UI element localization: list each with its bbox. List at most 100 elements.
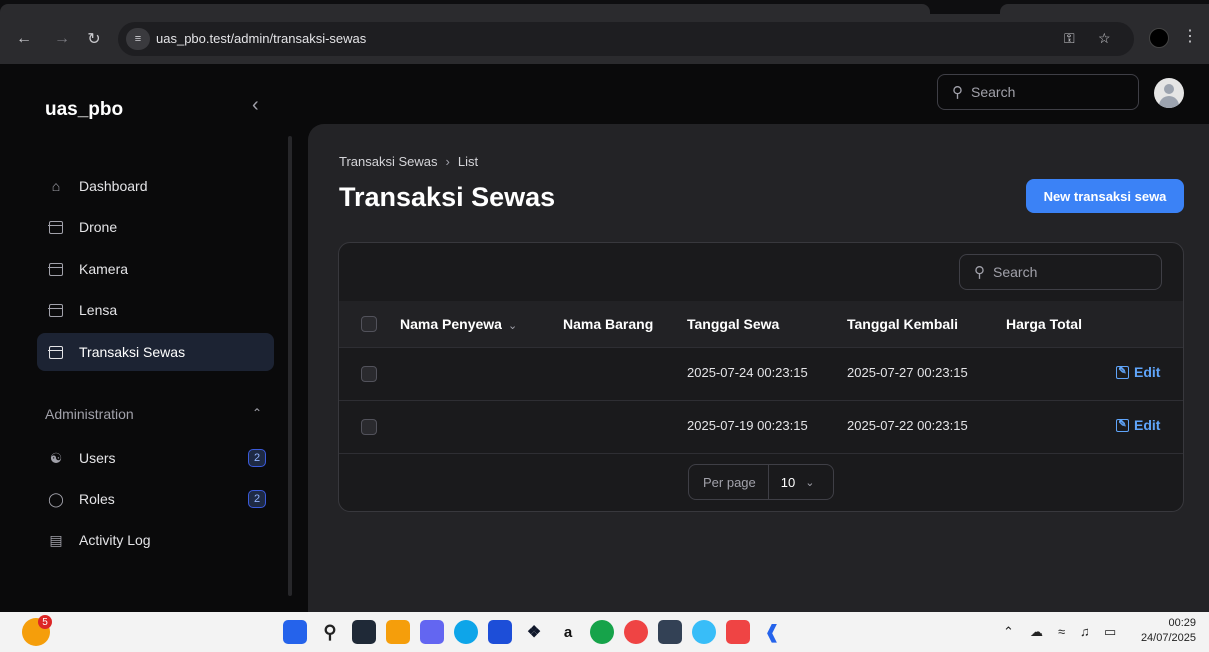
clipboard-icon: ▤ [49, 531, 63, 548]
box-icon [47, 260, 65, 278]
dropbox-icon[interactable]: ❖ [522, 620, 546, 644]
notification-badge: 5 [38, 615, 52, 629]
browser-profile-icon[interactable] [1149, 28, 1169, 48]
sidebar-item-activity-log[interactable]: ▤ Activity Log [37, 521, 274, 559]
sidebar-item-users[interactable]: ☯ Users 2 [37, 439, 274, 477]
tune-icon[interactable]: ≡ [126, 28, 150, 50]
edit-label: Edit [1134, 417, 1161, 433]
forward-arrow-icon[interactable]: → [50, 27, 74, 51]
cell-tanggal-sewa: 2025-07-19 00:23:15 [687, 418, 808, 433]
table-footer: Per page 10 ⌄ [339, 453, 1183, 511]
table-row[interactable]: 2025-07-24 00:23:15 2025-07-27 00:23:15 … [339, 347, 1183, 400]
count-badge: 2 [248, 449, 266, 467]
sidebar-item-lensa[interactable]: Lensa [37, 291, 274, 329]
clock-time: 00:29 [1168, 617, 1196, 629]
browser-tab-strip-edge [1000, 4, 1209, 14]
clock-date: 24/07/2025 [1140, 632, 1196, 644]
system-clock[interactable]: 00:29 24/07/2025 [1138, 616, 1196, 646]
cell-tanggal-kembali: 2025-07-22 00:23:15 [847, 418, 968, 433]
sidebar-item-label: Kamera [79, 261, 129, 277]
git-icon[interactable] [726, 620, 750, 644]
per-page-select[interactable]: Per page 10 ⌄ [688, 464, 834, 500]
wifi-icon[interactable]: ≈ [1058, 624, 1065, 639]
per-page-value: 10 ⌄ [769, 475, 815, 490]
search-icon: ⚲ [952, 84, 963, 101]
table-search-placeholder: Search [993, 264, 1038, 280]
row-checkbox[interactable] [361, 366, 377, 382]
sidebar-group-administration[interactable]: Administration [45, 406, 134, 422]
sidebar-item-label: Activity Log [79, 532, 151, 548]
edit-button[interactable]: ✎ Edit [1116, 364, 1160, 380]
address-bar[interactable]: ≡ uas_pbo.test/admin/transaksi-sewas ⚿ ☆ [118, 22, 1134, 56]
table-search-input[interactable]: ⚲ Search [959, 254, 1162, 290]
user-avatar[interactable] [1154, 78, 1184, 108]
browser-menu-icon[interactable]: ⋮ [1182, 26, 1198, 46]
reload-icon[interactable]: ↻ [82, 27, 106, 51]
brand-logo-text[interactable]: uas_pbo [45, 99, 123, 121]
breadcrumb-link[interactable]: Transaksi Sewas [339, 154, 438, 169]
sidebar-item-roles[interactable]: ◯ Roles 2 [37, 480, 274, 518]
sidebar-item-label: Dashboard [79, 178, 148, 194]
cloud-icon[interactable]: ☁ [1030, 624, 1043, 640]
row-checkbox[interactable] [361, 419, 377, 435]
terminal-icon[interactable] [658, 620, 682, 644]
records-table: ⚲ Search Nama Penyewa ⌄ Nama Barang Tangg… [338, 242, 1184, 512]
sidebar-item-label: Drone [79, 219, 118, 235]
table-row[interactable]: 2025-07-19 00:23:15 2025-07-22 00:23:15 … [339, 400, 1183, 453]
sidebar-item-drone[interactable]: Drone [37, 208, 274, 246]
sidebar-item-label: Users [79, 450, 116, 466]
select-all-checkbox[interactable] [361, 316, 377, 332]
browser-tabstrip [0, 0, 1209, 14]
file-explorer-icon[interactable] [386, 620, 410, 644]
per-page-label: Per page [689, 465, 769, 499]
key-icon[interactable]: ⚿ [1064, 30, 1075, 47]
sidebar-item-label: Roles [79, 491, 115, 507]
browser-tab[interactable] [0, 4, 930, 14]
url-text: uas_pbo.test/admin/transaksi-sewas [156, 31, 367, 46]
windows-start-icon[interactable] [283, 620, 307, 644]
edit-icon: ✎ [1116, 418, 1129, 432]
column-header-nama-penyewa[interactable]: Nama Penyewa ⌄ [400, 316, 517, 332]
teams-icon[interactable] [420, 620, 444, 644]
screen: ← → ↻ ≡ uas_pbo.test/admin/transaksi-sew… [0, 0, 1209, 652]
store-icon[interactable] [488, 620, 512, 644]
task-view-icon[interactable] [352, 620, 376, 644]
column-header-label: Nama Penyewa [400, 316, 502, 332]
browser-toolbar: ← → ↻ ≡ uas_pbo.test/admin/transaksi-sew… [0, 14, 1209, 64]
battery-icon[interactable]: ▭ [1104, 624, 1116, 640]
box-icon [47, 218, 65, 236]
back-arrow-icon[interactable]: ← [12, 27, 36, 51]
spotify-icon[interactable] [590, 620, 614, 644]
docker-icon[interactable] [692, 620, 716, 644]
sidebar-item-dashboard[interactable]: ⌂ Dashboard [37, 167, 274, 205]
vscode-icon[interactable]: ❰ [760, 620, 784, 644]
sidebar-item-transaksi-sewas[interactable]: Transaksi Sewas [37, 333, 274, 371]
sidebar-item-kamera[interactable]: Kamera [37, 250, 274, 288]
sidebar-scrollbar[interactable] [288, 136, 292, 596]
shield-check-icon: ◯ [48, 490, 64, 507]
volume-icon[interactable]: ♫ [1080, 624, 1090, 639]
chevron-up-icon[interactable]: ⌃ [1003, 624, 1014, 640]
search-icon[interactable]: ⚲ [318, 620, 342, 644]
new-transaksi-sewa-button[interactable]: New transaksi sewa [1026, 179, 1184, 213]
chrome-icon[interactable] [624, 620, 648, 644]
sidebar: uas_pbo ‹ ⌂ Dashboard Drone Kamera Lensa… [0, 64, 292, 612]
chevron-up-icon[interactable]: ⌃ [252, 406, 262, 420]
breadcrumb-current: List [457, 154, 479, 169]
cell-tanggal-sewa: 2025-07-24 00:23:15 [687, 365, 808, 380]
home-icon: ⌂ [51, 178, 61, 194]
column-header-harga-total: Harga Total [1006, 316, 1082, 332]
column-header-tanggal-sewa: Tanggal Sewa [687, 316, 780, 332]
edit-button[interactable]: ✎ Edit [1116, 417, 1160, 433]
edit-icon: ✎ [1116, 365, 1129, 379]
star-icon[interactable]: ☆ [1098, 30, 1111, 47]
weather-widget-icon[interactable]: 5 [22, 615, 52, 646]
os-taskbar: 5 ⚲ ❖ a ❰ ⌃ ☁ ≈ ♫ ▭ 00:29 24/07/2025 [0, 612, 1209, 652]
box-icon [47, 301, 65, 319]
amazon-icon[interactable]: a [556, 620, 580, 644]
global-search-input[interactable]: ⚲ Search [937, 74, 1139, 110]
collapse-sidebar-icon[interactable]: ‹ [252, 94, 259, 117]
count-badge: 2 [248, 490, 266, 508]
edge-icon[interactable] [454, 620, 478, 644]
column-header-nama-barang: Nama Barang [563, 316, 654, 332]
